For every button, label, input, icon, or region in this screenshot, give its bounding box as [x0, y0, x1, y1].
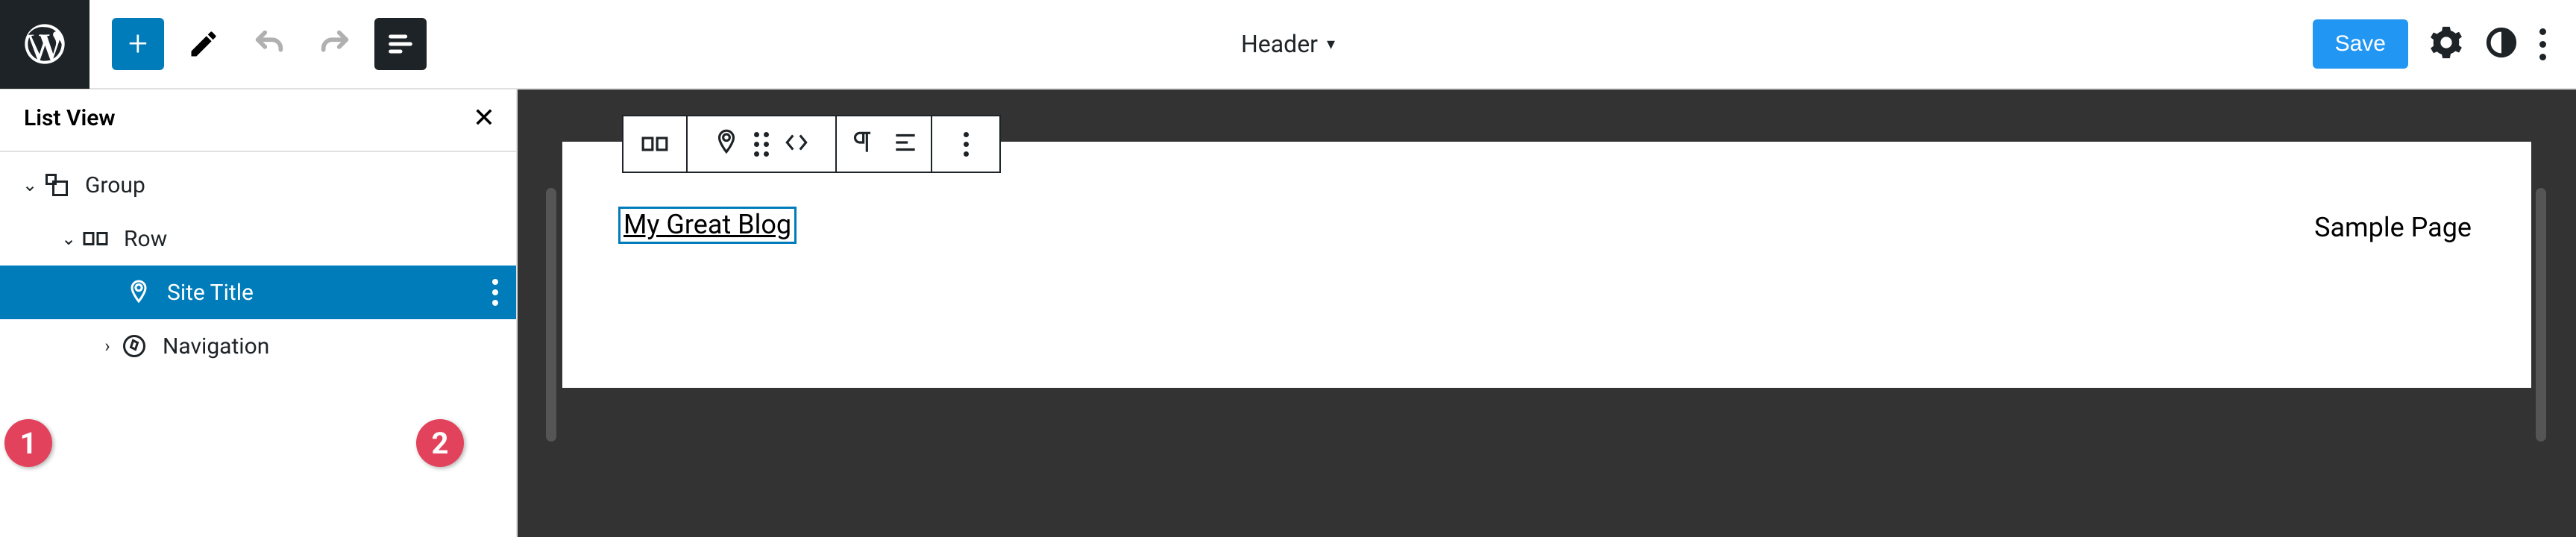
pencil-icon: [187, 28, 220, 60]
site-title-block[interactable]: My Great Blog: [621, 209, 794, 242]
block-toolbar: [622, 115, 1001, 173]
topbar-left-tools: +: [89, 18, 427, 70]
editor-canvas[interactable]: My Great Blog Sample Page: [562, 142, 2531, 388]
block-align-controls: [837, 116, 932, 172]
navigation-link[interactable]: Sample Page: [2314, 212, 2472, 243]
block-tree: ⌄ Group ⌄ Row Site Title: [0, 152, 516, 373]
editor-canvas-wrap: My Great Blog Sample Page: [518, 90, 2576, 537]
tree-row-site-title[interactable]: Site Title: [0, 266, 516, 319]
tree-row-label: Row: [124, 226, 167, 252]
document-title[interactable]: Header ▾: [1241, 30, 1335, 58]
block-parent-controls: [688, 116, 837, 172]
tree-row-row[interactable]: ⌄ Row: [0, 212, 516, 266]
undo-icon: [252, 27, 286, 61]
tree-row-group[interactable]: ⌄ Group: [0, 158, 516, 212]
annotation-badge-1: 1: [4, 419, 52, 467]
canvas-scroll-left[interactable]: [546, 188, 556, 442]
chevron-down-icon: ⌄: [58, 228, 79, 249]
kebab-icon: [964, 132, 969, 157]
undo-button[interactable]: [243, 18, 295, 70]
editor-body: List View ✕ ⌄ Group ⌄ Row: [0, 90, 2576, 537]
tree-row-options-button[interactable]: [492, 279, 498, 306]
pin-icon[interactable]: [712, 128, 741, 160]
tree-row-label: Navigation: [163, 333, 269, 359]
listview-toggle-button[interactable]: [374, 18, 427, 70]
canvas-scroll-right[interactable]: [2536, 188, 2546, 442]
document-title-text: Header: [1241, 30, 1318, 58]
settings-button[interactable]: [2429, 25, 2463, 63]
editor-topbar: + Header ▾ Save: [0, 0, 2576, 90]
tree-row-label: Site Title: [167, 280, 254, 306]
contrast-icon: [2484, 25, 2519, 60]
chevron-down-icon: ⌄: [19, 175, 40, 195]
wordpress-logo[interactable]: [0, 0, 89, 89]
move-arrows-icon[interactable]: [782, 128, 811, 160]
drag-handle-icon[interactable]: [754, 132, 769, 157]
listview-panel: List View ✕ ⌄ Group ⌄ Row: [0, 90, 518, 537]
block-more-button[interactable]: [932, 116, 999, 172]
annotation-badge-2: 2: [416, 419, 464, 467]
redo-icon: [318, 27, 352, 61]
tree-row-label: Group: [85, 172, 145, 198]
topbar-right-tools: Save: [2313, 19, 2576, 69]
tools-button[interactable]: [178, 18, 230, 70]
styles-button[interactable]: [2484, 25, 2519, 63]
compass-icon: [118, 333, 151, 359]
align-icon[interactable]: [891, 128, 920, 160]
wordpress-icon: [21, 20, 69, 68]
tree-row-navigation[interactable]: › Navigation: [0, 319, 516, 373]
pin-icon: [122, 279, 155, 306]
gear-icon: [2429, 25, 2463, 60]
listview-icon: [386, 29, 415, 59]
row-icon: [79, 225, 112, 252]
redo-button[interactable]: [309, 18, 361, 70]
paragraph-icon[interactable]: [848, 128, 876, 160]
save-button[interactable]: Save: [2313, 19, 2408, 69]
close-listview-button[interactable]: ✕: [473, 104, 495, 131]
chevron-down-icon: ▾: [1327, 35, 1335, 54]
row-icon: [641, 130, 669, 158]
listview-header: List View ✕: [0, 90, 516, 152]
listview-title: List View: [24, 105, 116, 131]
add-block-button[interactable]: +: [112, 18, 164, 70]
block-type-button[interactable]: [623, 116, 688, 172]
more-options-button[interactable]: [2539, 28, 2546, 60]
chevron-right-icon: ›: [97, 336, 118, 357]
group-icon: [40, 172, 73, 198]
